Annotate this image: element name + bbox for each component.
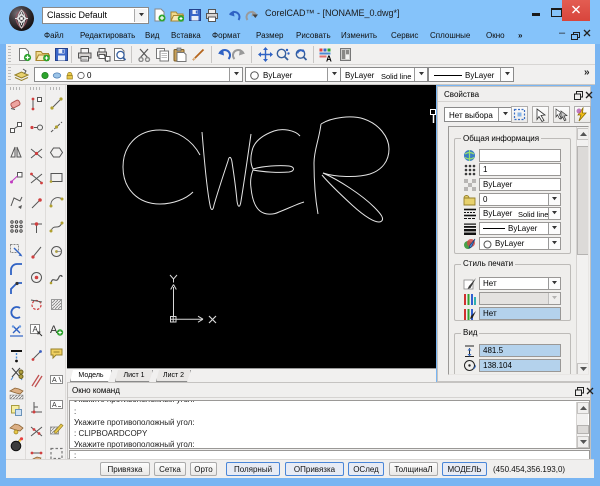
svg-text:A: A: [50, 324, 58, 336]
svg-text:A: A: [52, 402, 57, 409]
svg-text:A: A: [52, 377, 57, 384]
svg-text:A: A: [326, 55, 332, 63]
